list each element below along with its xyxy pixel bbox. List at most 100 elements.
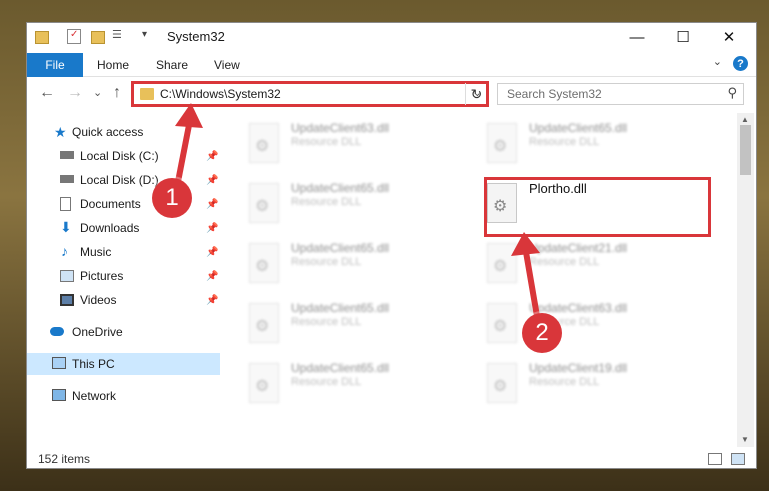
new-folder-icon[interactable] [91, 31, 105, 44]
sidebar-item-local-disk-d[interactable]: Local Disk (D:) 📌 [27, 169, 220, 191]
sidebar-item-label: OneDrive [72, 325, 123, 339]
pin-icon[interactable]: 📌 [206, 151, 218, 162]
customize-toolbar-icon[interactable]: ▾ [142, 29, 156, 45]
sidebar-item-label: Quick access [72, 125, 144, 139]
dll-file-icon [487, 363, 517, 403]
search-icon[interactable]: ⚲ [727, 85, 737, 101]
vertical-scrollbar[interactable]: ▲ ▼ [737, 113, 754, 447]
computer-icon [52, 357, 66, 369]
sidebar-item-local-disk-c[interactable]: Local Disk (C:) 📌 [27, 145, 220, 167]
sidebar-item-label: Local Disk (C:) [80, 149, 159, 163]
details-view-icon[interactable] [708, 453, 722, 465]
dll-file-icon [249, 183, 279, 223]
navigation-pane: ★ Quick access Local Disk (C:) 📌 Local D… [27, 115, 220, 445]
address-bar[interactable]: C:\Windows\System32 ⌄ [131, 81, 489, 107]
network-icon [52, 389, 66, 401]
dll-file-icon [487, 243, 517, 283]
file-type: Resource DLL [529, 136, 600, 148]
sidebar-item-label: Documents [80, 197, 141, 211]
dll-file-icon [249, 303, 279, 343]
view-options-icon[interactable]: ☰ [112, 28, 126, 44]
recent-locations-icon[interactable]: ⌄ [93, 86, 102, 99]
help-icon[interactable]: ? [733, 56, 748, 71]
file-tile[interactable]: UpdateClient65.dll Resource DLL [221, 239, 461, 291]
pin-icon[interactable]: 📌 [206, 223, 218, 234]
pin-icon[interactable]: 📌 [206, 271, 218, 282]
properties-icon[interactable]: ✓ [67, 29, 81, 44]
file-name: UpdateClient65.dll [529, 121, 628, 135]
minimize-button[interactable]: — [614, 23, 660, 51]
file-name: UpdateClient65.dll [291, 241, 390, 255]
file-name: UpdateClient65.dll [291, 361, 390, 375]
scrollbar-thumb[interactable] [740, 125, 751, 175]
file-name: UpdateClient19.dll [529, 361, 628, 375]
sidebar-item-videos[interactable]: Videos 📌 [27, 289, 220, 311]
tab-share[interactable]: Share [156, 53, 188, 77]
drive-icon [60, 151, 74, 159]
dll-file-icon [249, 243, 279, 283]
expand-ribbon-icon[interactable]: ⌄ [713, 55, 722, 68]
file-type: Resource DLL [529, 376, 600, 388]
file-type: Resource DLL [291, 256, 362, 268]
forward-icon[interactable]: → [67, 84, 83, 102]
sidebar-item-music[interactable]: ♪ Music 📌 [27, 241, 220, 263]
pin-icon[interactable]: 📌 [206, 295, 218, 306]
tab-view[interactable]: View [214, 53, 240, 77]
navigation-bar: ← → ⌄ ↑ C:\Windows\System32 ⌄ ↻ Search S… [27, 78, 756, 110]
sidebar-item-network[interactable]: Network [27, 385, 220, 407]
sidebar-item-pictures[interactable]: Pictures 📌 [27, 265, 220, 287]
address-path[interactable]: C:\Windows\System32 [160, 87, 281, 101]
folder-icon[interactable] [35, 31, 49, 44]
file-type: Resource DLL [291, 316, 362, 328]
dll-file-icon [249, 123, 279, 163]
ribbon: File Home Share View ⌄ ? [27, 51, 756, 77]
highlight-frame [484, 177, 711, 237]
sidebar-item-label: Videos [80, 293, 117, 307]
sidebar-item-this-pc[interactable]: This PC [27, 353, 220, 375]
file-tile[interactable]: UpdateClient65.dll Resource DLL [459, 119, 699, 171]
search-box[interactable]: Search System32 ⚲ [497, 83, 744, 105]
sidebar-item-onedrive[interactable]: OneDrive [27, 321, 220, 343]
window-title: System32 [167, 29, 225, 44]
music-icon: ♪ [61, 243, 68, 259]
scroll-down-icon[interactable]: ▼ [741, 435, 749, 444]
search-placeholder[interactable]: Search System32 [507, 87, 602, 101]
file-tile[interactable]: UpdateClient63.dll Resource DLL [221, 119, 461, 171]
refresh-icon[interactable]: ↻ [465, 83, 487, 105]
file-type: Resource DLL [291, 136, 362, 148]
step-1-badge: 1 [152, 178, 192, 218]
file-name: UpdateClient63.dll [291, 121, 390, 135]
videos-icon [60, 294, 74, 306]
tab-home[interactable]: Home [97, 53, 129, 77]
maximize-button[interactable]: ☐ [660, 23, 706, 51]
cloud-icon [50, 327, 64, 336]
sidebar-item-quick-access[interactable]: ★ Quick access [27, 121, 220, 143]
close-button[interactable]: ✕ [706, 23, 752, 51]
sidebar-item-label: Music [80, 245, 112, 259]
pin-icon[interactable]: 📌 [206, 175, 218, 186]
file-tile[interactable]: UpdateClient21.dll Resource DLL [459, 239, 699, 291]
file-tile[interactable]: UpdateClient65.dll Resource DLL [221, 179, 461, 231]
tab-file[interactable]: File [27, 53, 83, 77]
large-icons-view-icon[interactable] [731, 453, 745, 465]
scroll-up-icon[interactable]: ▲ [741, 115, 749, 124]
dll-file-icon [487, 303, 517, 343]
sidebar-item-downloads[interactable]: ⬇ Downloads 📌 [27, 217, 220, 239]
file-tile[interactable]: UpdateClient63.dll Resource DLL [459, 299, 699, 351]
up-icon[interactable]: ↑ [113, 84, 121, 102]
file-tile[interactable]: UpdateClient65.dll Resource DLL [221, 299, 461, 351]
pin-icon[interactable]: 📌 [206, 247, 218, 258]
sidebar-item-label: Local Disk (D:) [80, 173, 159, 187]
dll-file-icon [249, 363, 279, 403]
item-count: 152 items [38, 452, 91, 466]
pictures-icon [60, 270, 74, 282]
file-tile[interactable]: UpdateClient65.dll Resource DLL [221, 359, 461, 411]
pin-icon[interactable]: 📌 [206, 199, 218, 210]
back-icon[interactable]: ← [39, 84, 55, 102]
download-icon: ⬇ [60, 219, 72, 235]
folder-icon [140, 88, 154, 100]
explorer-window: ✓ ☰ ▾ System32 — ☐ ✕ File Home Share Vie… [26, 22, 757, 469]
star-icon: ★ [54, 124, 67, 140]
file-tile[interactable]: UpdateClient19.dll Resource DLL [459, 359, 699, 411]
sidebar-item-label: This PC [72, 357, 115, 371]
